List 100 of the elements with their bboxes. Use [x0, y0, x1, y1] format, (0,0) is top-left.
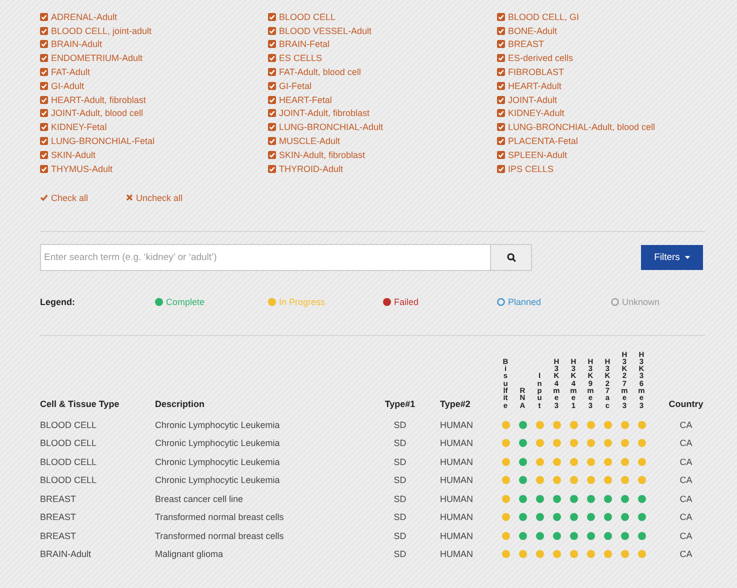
checkbox[interactable] [268, 96, 276, 104]
legend-item: In Progress [279, 296, 326, 307]
checkbox-label[interactable]: THYMUS-Adult [51, 164, 113, 174]
checkbox-label[interactable]: HEART-Adult [508, 80, 562, 91]
check-icon [40, 194, 48, 202]
checkbox-label[interactable]: ES-derived cells [508, 53, 574, 64]
table-cell-text: BREAST [40, 530, 78, 541]
checkbox[interactable] [40, 68, 48, 76]
table-cell-text: HUMAN [439, 420, 474, 430]
checkbox-label[interactable]: ES CELLS [279, 53, 322, 64]
table-cell-text: Breast cancer cell line [155, 494, 244, 504]
checkbox-label[interactable]: FAT-Adult [51, 67, 90, 78]
checkbox[interactable] [497, 40, 505, 48]
checkbox-label[interactable]: LUNG-BRONCHIAL-Fetal [51, 136, 155, 146]
checkbox-label[interactable]: SPLEEN-Adult [508, 150, 568, 160]
checkbox[interactable] [497, 164, 505, 173]
checkbox[interactable] [40, 26, 48, 35]
checkbox-label[interactable]: THYROID-Adult [279, 164, 344, 174]
checkbox-label[interactable]: LUNG-BRONCHIAL-Adult, blood cell [508, 122, 656, 132]
checkbox[interactable] [497, 137, 505, 146]
checkbox[interactable] [268, 123, 276, 132]
checkbox[interactable] [268, 40, 276, 48]
checkbox[interactable] [497, 150, 505, 159]
checkbox-label[interactable]: ENDOMETRIUM-Adult [51, 53, 143, 64]
checkbox-label[interactable]: GI-Adult [51, 80, 84, 91]
checkbox-label[interactable]: KIDNEY-Fetal [51, 122, 107, 132]
checkbox[interactable] [40, 150, 48, 159]
table-cell-text: SD [392, 456, 408, 467]
table-cell-text: CA [678, 475, 694, 486]
table-cell-text: BLOOD CELL [40, 475, 98, 486]
checkbox-label[interactable]: GI-Fetal [279, 80, 312, 91]
checkbox-label[interactable]: HEART-Adult, fibroblast [51, 94, 146, 105]
checkbox[interactable] [268, 150, 276, 159]
checkbox[interactable] [268, 164, 276, 173]
uncheck-all-link[interactable]: Uncheck all [126, 192, 183, 203]
checkbox[interactable] [268, 54, 276, 62]
legend-item: Failed [394, 296, 419, 307]
legend-item: Complete [166, 296, 205, 307]
table-cell-text: BLOOD CELL [40, 456, 98, 467]
search-field[interactable]: Enter search term (e.g. ‘kidney’ or ‘adult’) [40, 244, 532, 271]
checkbox-label[interactable]: IPS CELLS [508, 164, 554, 174]
checkbox-label[interactable]: PLACENTA-Fetal [508, 136, 578, 146]
table-cell-text: CA [678, 438, 694, 448]
checkbox-label[interactable]: FAT-Adult, blood cell [279, 67, 361, 78]
checkbox[interactable] [40, 82, 48, 90]
checkbox-label[interactable]: FIBROBLAST [508, 67, 564, 78]
table-cell-text: HUMAN [439, 512, 474, 522]
filters-button[interactable]: Filters [641, 244, 703, 270]
checkbox-label[interactable]: MUSCLE-Adult [279, 136, 340, 146]
checkbox[interactable] [268, 109, 276, 118]
checkbox[interactable] [40, 12, 48, 21]
checkbox[interactable] [497, 68, 505, 76]
table-cell-text: HUMAN [439, 530, 474, 541]
checkbox-label[interactable]: LUNG-BRONCHIAL-Adult [279, 122, 384, 132]
checkbox[interactable] [268, 82, 276, 90]
table-cell-text: HUMAN [439, 438, 474, 448]
checkbox[interactable] [497, 12, 505, 21]
checkbox-label[interactable]: BLOOD VESSEL-Adult [279, 26, 372, 36]
checkbox[interactable] [268, 68, 276, 76]
checkbox-label[interactable]: ADRENAL-Adult [51, 12, 118, 22]
search-button[interactable] [490, 244, 531, 270]
checkbox[interactable] [40, 109, 48, 118]
checkbox-label[interactable]: BLOOD CELL, GI [508, 12, 580, 22]
checkbox[interactable] [40, 54, 48, 62]
table-cell-text: HUMAN [439, 456, 474, 467]
checkbox-label[interactable]: BLOOD CELL, joint-adult [51, 26, 152, 36]
table-cell-text: SD [392, 438, 408, 448]
table-cell-text: SD [392, 530, 408, 541]
table-cell-text: CA [678, 530, 694, 541]
checkbox-label[interactable]: JOINT-Adult, blood cell [51, 108, 144, 118]
checkbox[interactable] [40, 40, 48, 48]
checkbox-label[interactable]: BLOOD CELL [279, 12, 336, 22]
checkbox[interactable] [497, 96, 505, 104]
checkbox-label[interactable]: SKIN-Adult, fibroblast [279, 150, 366, 160]
checkbox[interactable] [268, 26, 276, 35]
checkbox[interactable] [40, 137, 48, 146]
checkbox-label[interactable]: HEART-Fetal [279, 94, 332, 105]
table-cell-text: Chronic Lymphocytic Leukemia [155, 475, 281, 486]
checkbox-label[interactable]: BRAIN-Adult [51, 39, 102, 50]
table-cell-text: HUMAN [439, 494, 474, 504]
checkbox[interactable] [497, 54, 505, 62]
checkbox[interactable] [40, 123, 48, 132]
checkbox-label[interactable]: BRAIN-Fetal [279, 39, 330, 50]
checkbox[interactable] [40, 96, 48, 104]
column-header: Type#2 [439, 398, 472, 411]
checkbox[interactable] [268, 12, 276, 21]
checkbox-label[interactable]: JOINT-Adult [508, 94, 558, 105]
checkbox-label[interactable]: SKIN-Adult [51, 150, 96, 160]
checkbox-label[interactable]: JOINT-Adult, fibroblast [279, 108, 370, 118]
checkbox-label[interactable]: KIDNEY-Adult [508, 108, 564, 118]
checkbox-label[interactable]: BONE-Adult [508, 26, 558, 36]
checkbox-label[interactable]: BREAST [508, 39, 544, 50]
checkbox[interactable] [497, 26, 505, 35]
checkbox[interactable] [268, 137, 276, 146]
checkbox[interactable] [40, 164, 48, 173]
check-all-link[interactable]: Check all [40, 192, 88, 203]
checkbox[interactable] [497, 123, 505, 132]
legend-item: Unknown [622, 296, 660, 307]
checkbox[interactable] [497, 82, 505, 90]
checkbox[interactable] [497, 109, 505, 118]
